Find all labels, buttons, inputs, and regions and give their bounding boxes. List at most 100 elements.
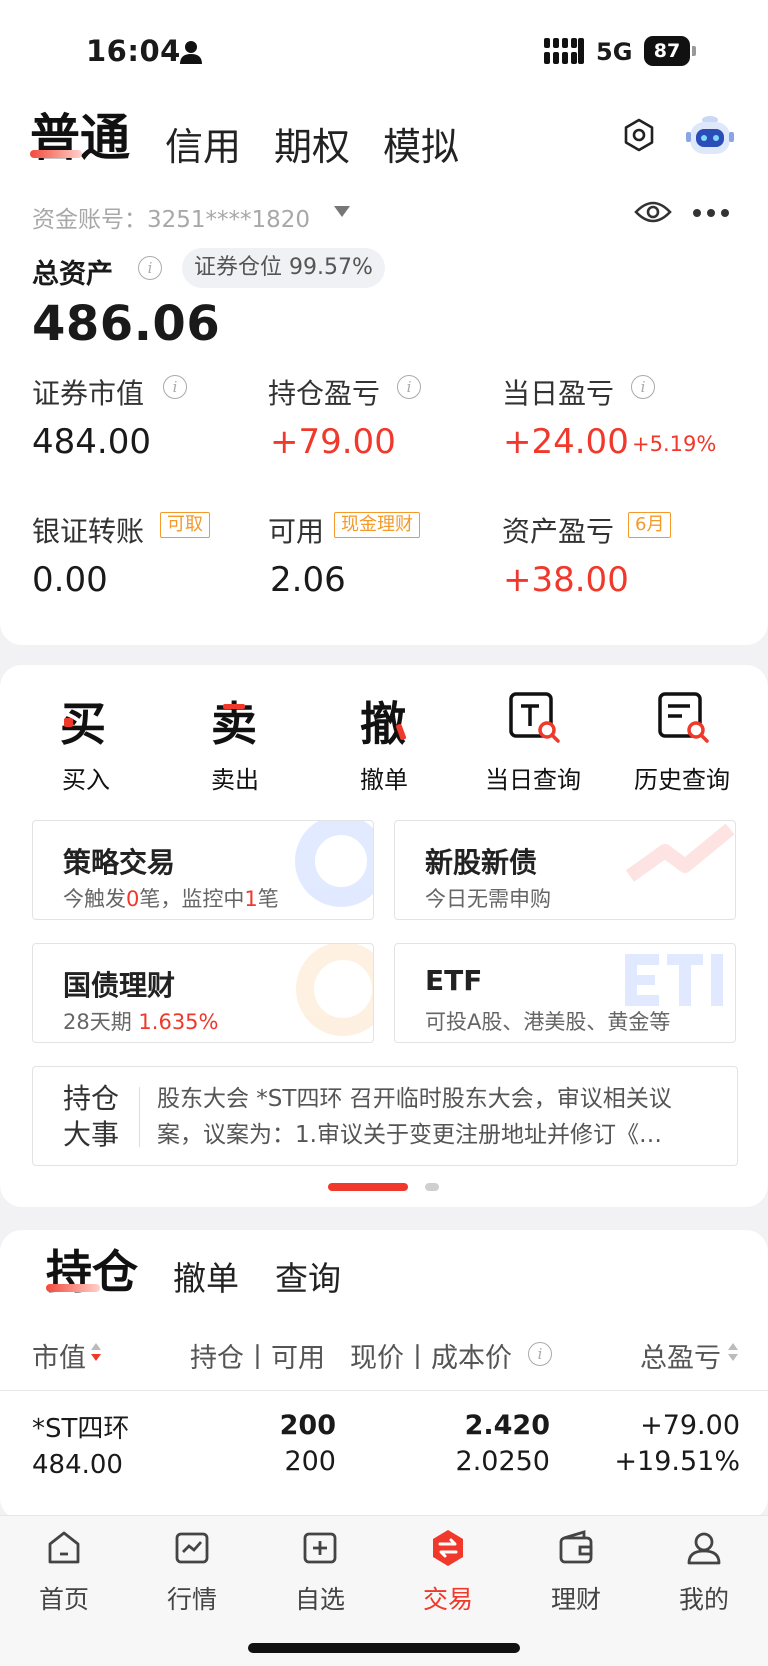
column-total-pnl[interactable]: 总盈亏 [640, 1336, 721, 1375]
history-query-icon [658, 692, 709, 743]
buy-button[interactable]: 买 买入 [16, 688, 156, 794]
total-assets-info-icon[interactable]: i [138, 256, 162, 280]
treasury-title: 国债理财 [63, 969, 176, 1002]
column-market-value[interactable]: 市值 [32, 1336, 86, 1375]
treasury-tile[interactable]: 国债理财 28天期 1.635% [32, 943, 374, 1043]
stock-pnl-percent: +19.51% [614, 1446, 740, 1477]
cancel-order-button[interactable]: 撤 撤单 [314, 688, 454, 794]
trend-deco-icon [625, 823, 735, 882]
daily-pnl-label: 当日盈亏 [502, 377, 615, 410]
buy-label: 买入 [62, 766, 110, 794]
daily-pnl-value: +24.00 [503, 422, 629, 462]
strategy-sub-text-1: 今触发 [63, 887, 126, 911]
daily-query-button[interactable]: 当日查询 [463, 688, 603, 794]
home-indicator [248, 1643, 520, 1653]
month-tag[interactable]: 6月 [628, 512, 672, 538]
holding-pnl-info-icon[interactable]: i [397, 375, 421, 399]
stock-available: 200 [284, 1446, 336, 1477]
stock-position: 200 [279, 1410, 336, 1441]
history-query-label: 历史查询 [634, 766, 730, 794]
header-divider [0, 1390, 768, 1391]
battery-nub [692, 46, 696, 56]
sell-label: 卖出 [211, 766, 259, 794]
sell-accent-stroke [223, 704, 245, 709]
nav-home-label: 首页 [38, 1585, 89, 1614]
profile-icon [687, 1532, 721, 1565]
strategy-deco-icon [295, 821, 373, 907]
table-row[interactable]: *ST四环 484.00 200 200 2.420 2.0250 +79.00… [0, 1392, 768, 1492]
daily-query-label: 当日查询 [485, 766, 581, 794]
column-price-cost: 现价丨成本价 [350, 1343, 512, 1374]
sort-market-value-icon[interactable] [90, 1340, 102, 1364]
treasury-rate: 1.635% [138, 1010, 219, 1034]
asset-pnl-label[interactable]: 资产盈亏 [502, 510, 614, 550]
treasury-term: 28天期 [63, 1010, 132, 1034]
nav-profile[interactable]: 我的 [654, 1528, 754, 1616]
wallet-icon [559, 1530, 593, 1564]
strategy-trading-tile[interactable]: 策略交易 今触发0笔，监控中1笔 [32, 820, 374, 920]
holdings-tab[interactable]: 持仓 [46, 1236, 138, 1302]
stock-market-value: 484.00 [32, 1450, 123, 1480]
etf-title: ETF [425, 964, 483, 997]
holding-events-divider [139, 1087, 140, 1147]
new-stocks-bonds-sub: 今日无需申购 [425, 887, 551, 911]
sort-total-pnl-icon[interactable] [727, 1340, 739, 1364]
daily-pnl-info-icon[interactable]: i [631, 375, 655, 399]
new-stocks-bonds-tile[interactable]: 新股新债 今日无需申购 [394, 820, 736, 920]
nav-market[interactable]: 行情 [142, 1528, 242, 1616]
nav-watchlist-label: 自选 [294, 1585, 345, 1614]
history-query-button[interactable]: 历史查询 [612, 688, 752, 794]
query-tab[interactable]: 查询 [275, 1252, 341, 1300]
daily-pnl-percent: +5.19% [632, 432, 717, 456]
etf-tile[interactable]: ETF 可投A股、港美股、黄金等 [394, 943, 736, 1043]
market-value-value: 484.00 [32, 422, 151, 462]
holding-events-box[interactable]: 持仓大事 股东大会 *ST四环 召开临时股东大会，审议相关议案，议案为：1.审议… [32, 1066, 738, 1166]
new-stocks-bonds-title: 新股新债 [425, 846, 538, 879]
cash-management-tag[interactable]: 现金理财 [334, 512, 420, 538]
cancel-orders-tab[interactable]: 撤单 [173, 1252, 239, 1300]
settings-hexagon-icon[interactable] [622, 118, 656, 152]
cancel-glyph-icon: 撤 [360, 697, 406, 751]
nav-wealth[interactable]: 理财 [526, 1528, 626, 1616]
nav-watchlist[interactable]: 自选 [270, 1528, 370, 1616]
monitoring-count: 1 [244, 887, 258, 911]
daily-query-icon [509, 692, 560, 743]
stock-cost: 2.0250 [455, 1446, 550, 1477]
treasury-deco-icon [296, 944, 373, 1036]
available-funds-value: 2.06 [270, 560, 346, 600]
market-value-info-icon[interactable]: i [163, 375, 187, 399]
assistant-robot-icon[interactable] [686, 112, 734, 158]
nav-trade-label: 交易 [422, 1585, 473, 1614]
account-tab-underline [30, 150, 82, 158]
asset-pnl-value: +38.00 [503, 560, 629, 600]
strategy-sub-text-2: 笔，监控中 [139, 887, 245, 911]
trade-icon [433, 1530, 463, 1566]
signal-icon [544, 38, 584, 64]
sell-button[interactable]: 卖 卖出 [165, 688, 305, 794]
pager-dot[interactable] [425, 1183, 439, 1191]
etf-deco-icon [625, 954, 723, 1006]
account-dropdown-caret-icon[interactable] [334, 206, 350, 217]
account-tab-options[interactable]: 期权 [274, 116, 350, 171]
account-tab-normal[interactable]: 普通 [30, 98, 130, 170]
stock-price: 2.420 [464, 1410, 550, 1441]
strategy-sub-text-3: 笔 [257, 887, 279, 911]
nav-trade[interactable]: 交易 [398, 1528, 498, 1616]
eye-icon[interactable] [634, 198, 672, 226]
column-position-available: 持仓丨可用 [190, 1343, 325, 1374]
available-funds-label: 可用 [268, 515, 325, 548]
bank-transfer-label[interactable]: 银证转账 [32, 510, 144, 550]
account-tab-credit[interactable]: 信用 [165, 116, 241, 171]
battery-indicator: 87 [644, 36, 698, 66]
fund-account-number: 资金账号：3251****1820 [32, 207, 311, 233]
pager-dot-active[interactable] [328, 1183, 408, 1191]
cost-price-info-icon[interactable]: i [528, 1342, 552, 1366]
account-tab-simulated[interactable]: 模拟 [383, 116, 459, 171]
withdrawable-tag[interactable]: 可取 [160, 512, 210, 538]
more-options-icon[interactable] [692, 203, 730, 223]
stock-name: *ST四环 [32, 1414, 130, 1444]
nav-home[interactable]: 首页 [14, 1528, 114, 1616]
holding-pnl-label: 持仓盈亏 [268, 377, 381, 410]
status-time: 16:04 [86, 34, 181, 68]
stock-pnl: +79.00 [640, 1410, 740, 1441]
